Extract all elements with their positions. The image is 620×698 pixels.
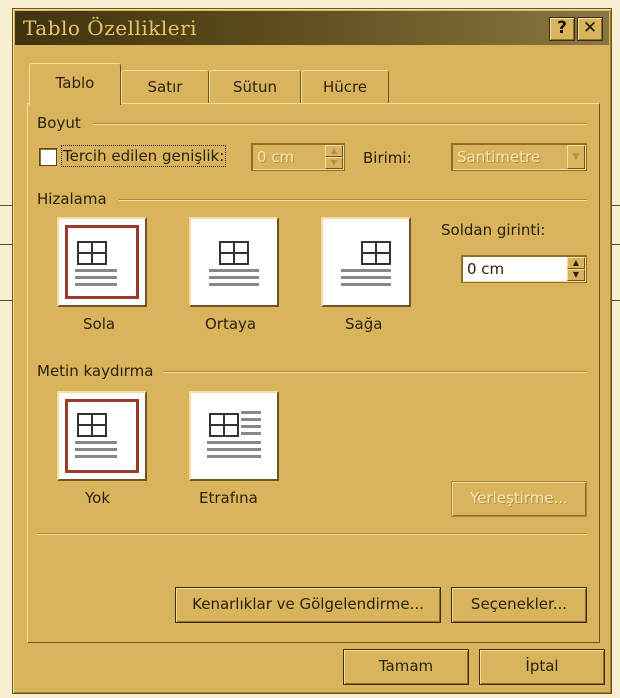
unit-select[interactable]: Santimetre ▼	[451, 143, 587, 171]
borders-shading-button[interactable]: Kenarlıklar ve Gölgelendirme...	[175, 587, 441, 623]
unit-value: Santimetre	[457, 148, 541, 166]
align-right-label: Sağa	[345, 315, 383, 333]
text-line	[75, 455, 117, 458]
wrap-none-label: Yok	[85, 489, 111, 507]
preferred-width-spinner[interactable]: ▲ ▼	[325, 145, 343, 169]
align-center-label: Ortaya	[205, 315, 257, 333]
text-line	[209, 269, 259, 272]
unit-label: Birimi:	[363, 149, 412, 167]
align-left-label: Sola	[83, 315, 116, 333]
text-line	[75, 276, 117, 279]
text-line	[75, 441, 117, 444]
indent-input[interactable]: 0 cm ▲ ▼	[461, 255, 587, 283]
positioning-button[interactable]: Yerleştirme...	[451, 481, 587, 517]
text-line	[341, 283, 391, 286]
size-group-divider	[93, 123, 587, 125]
tab-satir-label: Satır	[147, 78, 183, 96]
indent-value: 0 cm	[467, 260, 505, 278]
wrap-around-label: Etrafına	[199, 489, 258, 507]
table-icon	[361, 241, 391, 265]
align-left-option[interactable]	[57, 217, 147, 307]
close-button[interactable]: ✕	[577, 17, 603, 41]
close-x-icon: ✕	[582, 18, 598, 38]
align-center-option[interactable]	[189, 217, 279, 307]
wrap-around-option[interactable]	[189, 391, 279, 481]
cancel-button[interactable]: İptal	[479, 649, 605, 685]
text-line	[207, 455, 261, 458]
title-bar[interactable]: Tablo Özellikleri ? ✕	[15, 11, 609, 45]
tab-sutun-label: Sütun	[233, 78, 277, 96]
table-icon	[77, 241, 107, 265]
options-button[interactable]: Seçenekler...	[451, 587, 587, 623]
indent-spinner[interactable]: ▲ ▼	[567, 257, 585, 281]
preferred-width-checkbox[interactable]	[39, 148, 57, 166]
ok-button[interactable]: Tamam	[343, 649, 469, 685]
text-line	[207, 441, 261, 444]
wrapping-group-label: Metin kaydırma	[37, 362, 160, 380]
text-line	[209, 283, 259, 286]
text-line	[209, 276, 259, 279]
tab-satir[interactable]: Satır	[121, 70, 209, 104]
indent-label: Soldan girinti:	[441, 221, 546, 239]
text-line	[241, 418, 261, 421]
text-line	[341, 269, 391, 272]
text-line	[207, 448, 261, 451]
tab-hucre[interactable]: Hücre	[301, 70, 389, 104]
question-mark-icon: ?	[557, 18, 567, 38]
size-group-label: Boyut	[37, 114, 87, 132]
align-right-option[interactable]	[321, 217, 411, 307]
text-line	[75, 283, 117, 286]
tab-sutun[interactable]: Sütun	[209, 70, 301, 104]
down-arrow-icon[interactable]: ▼	[325, 157, 343, 169]
up-arrow-icon[interactable]: ▲	[567, 257, 585, 269]
down-arrow-icon[interactable]: ▼	[567, 145, 585, 169]
text-line	[75, 269, 117, 272]
text-line	[241, 432, 261, 435]
wrapping-group-divider	[163, 371, 587, 373]
preferred-width-label[interactable]: Tercih edilen genişlik:	[60, 145, 227, 167]
alignment-group-divider	[119, 199, 587, 201]
panel-divider	[37, 533, 587, 535]
text-line	[241, 425, 261, 428]
window-title: Tablo Özellikleri	[23, 16, 198, 40]
up-arrow-icon[interactable]: ▲	[325, 145, 343, 157]
tab-tablo-label: Tablo	[55, 74, 95, 92]
alignment-group-label: Hizalama	[37, 190, 113, 208]
text-line	[75, 448, 117, 451]
tab-tablo[interactable]: Tablo	[29, 63, 121, 105]
text-line	[341, 276, 391, 279]
preferred-width-input[interactable]: 0 cm ▲ ▼	[251, 143, 345, 171]
table-icon	[77, 413, 107, 437]
text-line	[241, 411, 261, 414]
table-icon	[209, 413, 239, 437]
wrap-none-option[interactable]	[57, 391, 147, 481]
help-button[interactable]: ?	[549, 17, 575, 41]
down-arrow-icon[interactable]: ▼	[567, 269, 585, 281]
table-icon	[219, 241, 249, 265]
table-properties-dialog: Tablo Özellikleri ? ✕ Tablo Satır Sütun …	[12, 8, 612, 694]
tab-hucre-label: Hücre	[322, 78, 368, 96]
preferred-width-value: 0 cm	[257, 148, 295, 166]
